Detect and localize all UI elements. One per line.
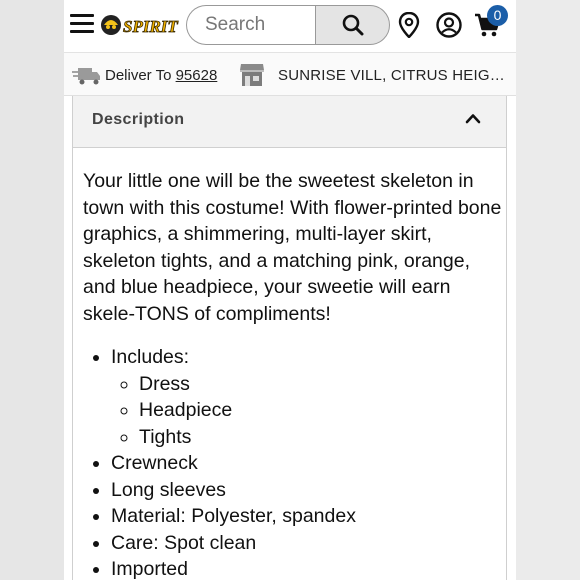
feature-list: Includes: Dress Headpiece Tights Crewnec… [83,344,503,580]
feature-item: Care: Spot clean [111,530,503,557]
background-right [516,0,580,580]
account-icon[interactable] [436,12,462,38]
spirit-logo[interactable]: SPIRIT [100,12,184,38]
location-pin-icon[interactable] [398,11,420,39]
mobile-page: SPIRIT Search 0 Deliver To 95628 SUNRISE… [64,0,516,580]
store-name-link[interactable]: SUNRISE VILL, CITRUS HEIGHTS, CA [278,67,510,84]
description-accordion-header[interactable]: Description [73,96,506,148]
product-description: Your little one will be the sweetest ske… [83,170,502,325]
includes-label: Includes: [111,346,190,368]
cart-count-badge: 0 [487,5,508,26]
menu-icon[interactable] [70,14,94,34]
feature-item: Crewneck [111,450,503,477]
feature-item: Material: Polyester, spandex [111,503,503,530]
included-item: Headpiece [139,397,503,424]
accordion-title: Description [92,111,185,128]
feature-item: Imported [111,556,503,580]
feature-item: Long sleeves [111,477,503,504]
store-icon [239,63,265,87]
search-button[interactable] [315,5,390,45]
deliver-to-text: Deliver To 95628 [105,67,217,84]
search-bar [186,5,392,45]
search-icon [342,14,363,36]
background-left [0,0,64,580]
site-header: SPIRIT Search 0 [64,0,516,52]
included-item: Dress [139,371,503,398]
description-accordion: Description Your little one will be the … [72,96,507,580]
search-input[interactable] [186,5,335,45]
includes-list: Dress Headpiece Tights [111,371,503,451]
delivery-bar: Deliver To 95628 SUNRISE VILL, CITRUS HE… [64,52,516,96]
logo-wordmark: SPIRIT [123,17,178,36]
zip-code-link[interactable]: 95628 [176,67,218,84]
deliver-to-label: Deliver To [105,67,172,84]
delivery-truck-icon [72,66,102,86]
included-item: Tights [139,424,503,451]
feature-item: Includes: Dress Headpiece Tights [111,344,503,450]
chevron-up-icon[interactable] [465,112,481,124]
